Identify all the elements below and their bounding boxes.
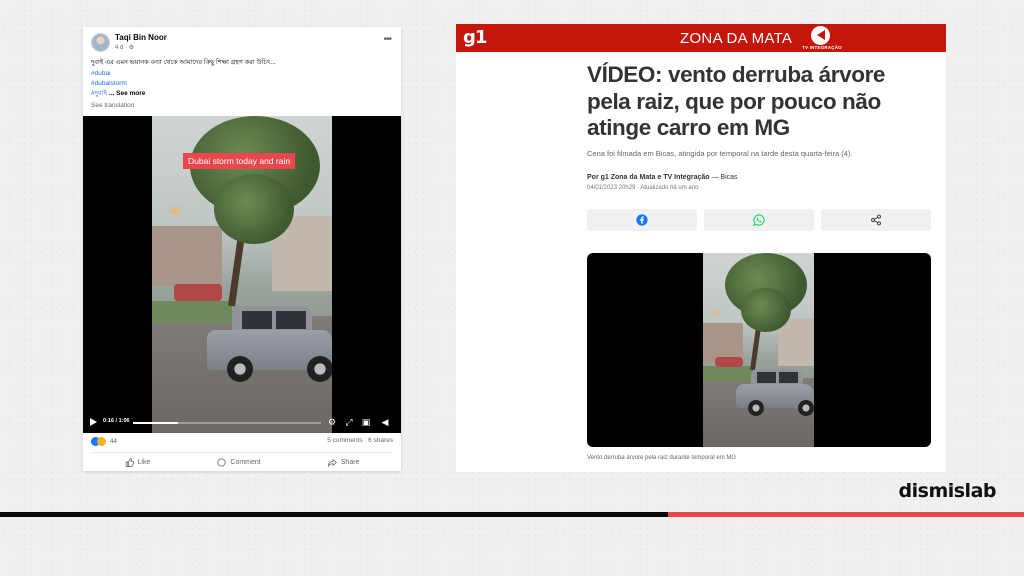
volume-icon[interactable]: ◀ xyxy=(380,417,390,427)
share-arrow-icon xyxy=(327,458,337,467)
dismislab-logo: dismislab xyxy=(898,480,997,502)
tv-integracao-label: TV INTEGRAÇÃO xyxy=(802,45,842,50)
see-translation-link[interactable]: See translation xyxy=(91,102,134,109)
region-title[interactable]: ZONA DA MATA xyxy=(680,30,792,47)
share-button[interactable]: Share xyxy=(327,455,359,469)
share-icon xyxy=(871,214,881,226)
post-header: Taqi Bin Noor 4 d · ⚙ ••• xyxy=(91,33,393,55)
post-video-player[interactable]: Dubai storm today and rain 0:16 / 1:06 ⚙… xyxy=(83,116,401,433)
post-actions: Like Comment Share xyxy=(91,455,393,469)
video-time: 0:16 / 1:06 xyxy=(103,418,130,424)
g1-header-bar: g1 ZONA DA MATA TV INTEGRAÇÃO xyxy=(456,24,946,52)
footer-stripe-black xyxy=(0,512,668,517)
hashtag-link[interactable]: #দুবাই xyxy=(91,90,107,97)
g1-logo[interactable]: g1 xyxy=(463,27,487,48)
reactions-count: 44 xyxy=(109,438,118,445)
video-progress-bar[interactable] xyxy=(133,422,321,424)
post-time: 4 d · ⚙ xyxy=(115,45,135,51)
more-options-icon[interactable]: ••• xyxy=(383,34,391,45)
g1-article-card: g1 ZONA DA MATA TV INTEGRAÇÃO VÍDEO: ven… xyxy=(456,24,946,472)
see-more-link[interactable]: ... See more xyxy=(109,90,146,97)
whatsapp-icon xyxy=(753,214,765,226)
video-progress-fill xyxy=(133,422,179,424)
reactions-summary[interactable]: 44 xyxy=(91,437,117,446)
engagement-counts: 5 comments 6 shares xyxy=(327,437,393,444)
article-date: 04/01/2023 20h29 · Atualizado há um ano xyxy=(587,185,699,191)
settings-icon[interactable]: ⚙ xyxy=(327,417,337,427)
tv-integracao-logo-icon xyxy=(811,26,830,45)
article-headline: VÍDEO: vento derruba árvore pela raiz, q… xyxy=(587,62,886,140)
facebook-post-card: Taqi Bin Noor 4 d · ⚙ ••• দুবাই এর এমন ভ… xyxy=(83,27,401,471)
post-text: দুবাই এর এমন ভয়ানক বন্যা থেকে আমাদের কি… xyxy=(91,59,276,66)
facebook-icon xyxy=(636,214,648,226)
generic-share-button[interactable] xyxy=(821,209,931,231)
globe-icon: ⚙ xyxy=(128,45,135,51)
fullscreen-icon[interactable]: ⤢ xyxy=(344,417,354,427)
video-controls: 0:16 / 1:06 ⚙ ⤢ ▣ ◀ xyxy=(83,413,401,433)
footer-stripe-red xyxy=(668,512,1024,517)
video-caption-overlay: Dubai storm today and rain xyxy=(183,153,296,169)
whatsapp-share-button[interactable] xyxy=(704,209,814,231)
divider xyxy=(91,452,393,453)
hashtag-list: #dubai #dubaistorm #দুবাই... See more xyxy=(91,69,145,99)
article-subtitle: Cena foi filmada em Bicas, atingida por … xyxy=(587,149,853,158)
pip-icon[interactable]: ▣ xyxy=(361,417,371,427)
facebook-share-button[interactable] xyxy=(587,209,697,231)
haha-reaction-icon xyxy=(97,437,106,446)
video-frame xyxy=(703,253,814,447)
shares-count[interactable]: 6 shares xyxy=(368,437,393,444)
like-button[interactable]: Like xyxy=(125,455,150,469)
post-stats: 44 5 comments 6 shares xyxy=(91,437,393,449)
hashtag-link[interactable]: #dubaistorm xyxy=(91,79,145,89)
avatar[interactable] xyxy=(91,33,110,52)
hashtag-link[interactable]: #dubai xyxy=(91,69,145,79)
comment-icon xyxy=(217,457,226,467)
article-video-player[interactable] xyxy=(587,253,931,447)
article-byline: Por g1 Zona da Mata e TV Integração — Bi… xyxy=(587,174,738,181)
thumbs-up-icon xyxy=(125,457,134,467)
comment-button[interactable]: Comment xyxy=(217,455,261,469)
play-icon[interactable] xyxy=(90,418,97,426)
comments-count[interactable]: 5 comments xyxy=(327,437,362,444)
author-name[interactable]: Taqi Bin Noor xyxy=(115,33,167,42)
video-caption: Vento derruba árvore pela raiz durante t… xyxy=(587,455,737,461)
